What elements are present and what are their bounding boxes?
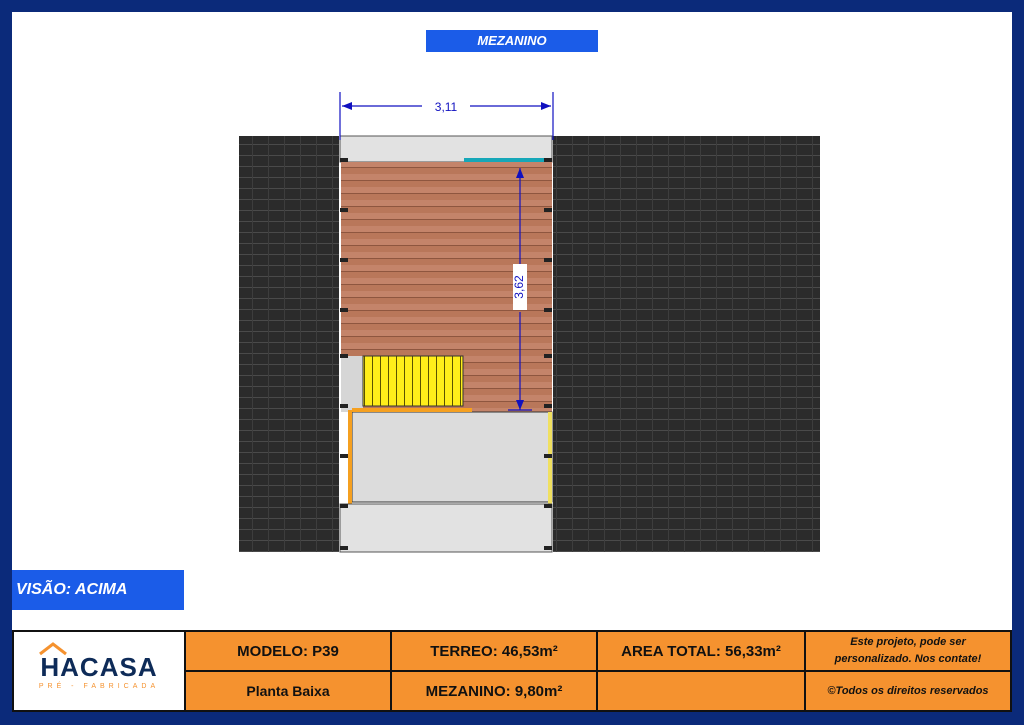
- logo-tagline: PRÉ - FABRICADA: [38, 683, 160, 690]
- depth-dimension-label: 3,62: [512, 275, 526, 299]
- area-total-cell: AREA TOTAL: 56,33m²: [596, 630, 806, 672]
- roof-logo-icon: [39, 642, 68, 656]
- copyright-cell: ©Todos os direitos reservados: [804, 670, 1012, 712]
- floor-plan: 3,11 3,62: [239, 92, 820, 553]
- staircase: [362, 355, 464, 407]
- terreo-cell: TERREO: 46,53m²: [390, 630, 598, 672]
- logo-name: HACASA: [40, 652, 158, 682]
- drawing-sheet: MEZANINO 3,11 3,62 VISÃO: ACIMA HACASA P…: [12, 12, 1012, 712]
- note-cell: Este projeto, pode ser personalizado. No…: [804, 630, 1012, 672]
- note-line-1: Este projeto, pode ser: [850, 636, 966, 648]
- bottom-slab: [339, 503, 553, 553]
- logo: HACASA PRÉ - FABRICADA: [12, 630, 186, 712]
- mezanino-cell: MEZANINO: 9,80m²: [390, 670, 598, 712]
- planta-cell: Planta Baixa: [184, 670, 392, 712]
- empty-cell: [596, 670, 806, 712]
- note-line-2: personalizado. Nos contate!: [834, 653, 982, 665]
- view-label: VISÃO: ACIMA: [12, 570, 184, 610]
- roof-right: [553, 136, 820, 552]
- info-table: HACASA PRÉ - FABRICADA MODELO: P39 Plant…: [12, 630, 1012, 712]
- window-strip: [464, 158, 550, 162]
- railing-left: [348, 410, 352, 504]
- railing-top: [352, 408, 472, 412]
- modelo-cell: MODELO: P39: [184, 630, 392, 672]
- open-void: [351, 411, 553, 503]
- width-dimension-label: 3,11: [435, 100, 458, 114]
- landing: [341, 356, 363, 412]
- roof-left: [239, 136, 339, 552]
